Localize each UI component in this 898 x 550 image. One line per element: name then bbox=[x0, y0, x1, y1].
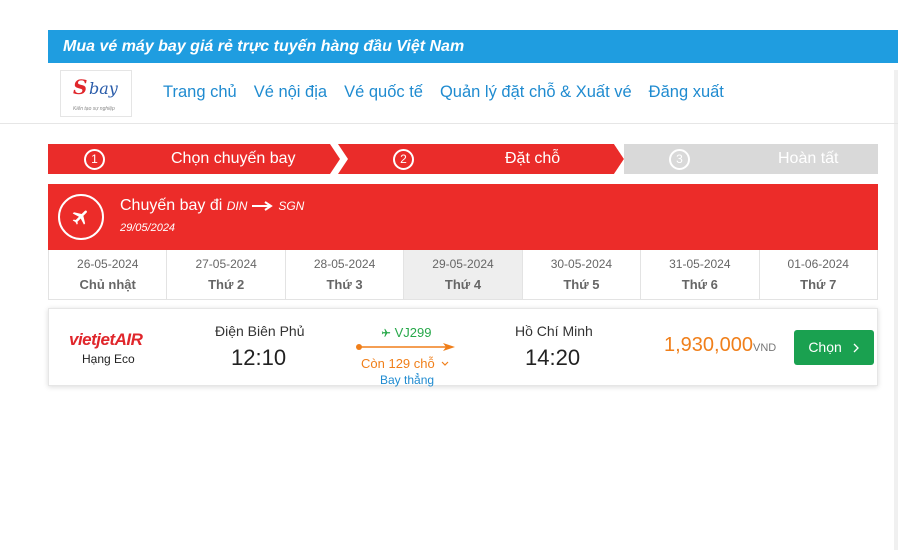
date-option[interactable]: 31-05-2024 Thứ 6 bbox=[641, 250, 760, 299]
date-weekday: Thứ 3 bbox=[326, 277, 363, 292]
date-value: 27-05-2024 bbox=[195, 257, 257, 271]
date-weekday: Thứ 7 bbox=[800, 277, 837, 292]
date-weekday: Thứ 6 bbox=[681, 277, 718, 292]
from-code: DIN bbox=[226, 199, 248, 213]
fare-price: 1,930,000VND bbox=[664, 334, 776, 357]
select-flight-button[interactable]: Chọn bbox=[794, 330, 874, 365]
route-arrow-icon bbox=[251, 200, 273, 211]
date-weekday: Chủ nhật bbox=[79, 277, 136, 292]
date-value: 29-05-2024 bbox=[432, 257, 494, 271]
date-value: 28-05-2024 bbox=[313, 257, 376, 271]
date-option-selected[interactable]: 29-05-2024 Thứ 4 bbox=[404, 250, 523, 299]
price-currency: VND bbox=[752, 342, 777, 354]
step-2-number: 2 bbox=[393, 149, 414, 170]
booking-steps: 1 Chọn chuyến bay 2 Đặt chỗ 3 Hoàn tất bbox=[48, 144, 878, 174]
flight-header-title: Chuyến bay đi DIN SGN bbox=[120, 197, 304, 215]
fare-class: Hạng Eco bbox=[82, 352, 135, 366]
vietjet-logo: vietjetAIR bbox=[69, 330, 143, 349]
chevron-right-icon bbox=[853, 343, 859, 353]
small-plane-icon bbox=[381, 328, 391, 337]
step-3-label: Hoàn tất bbox=[778, 150, 839, 167]
step-divider-chevron-icon bbox=[330, 144, 348, 174]
flight-number-text: VJ299 bbox=[394, 325, 432, 340]
flight-direction-label: Chuyến bay đi bbox=[120, 197, 223, 214]
date-value: 26-05-2024 bbox=[77, 257, 139, 271]
departure-city: Điện Biên Phủ bbox=[215, 323, 305, 339]
date-weekday: Thứ 4 bbox=[444, 277, 482, 292]
date-selector: 26-05-2024 Chủ nhật 27-05-2024 Thứ 2 28-… bbox=[48, 250, 878, 300]
plane-icon bbox=[72, 210, 87, 225]
page: Mua vé máy bay giá rẻ trực tuyến hàng đầ… bbox=[0, 0, 898, 550]
select-flight-label: Chọn bbox=[808, 339, 842, 355]
scroll-edge bbox=[894, 70, 898, 550]
top-banner: Mua vé máy bay giá rẻ trực tuyến hàng đầ… bbox=[48, 30, 898, 63]
outbound-flight-header: Chuyến bay đi DIN SGN 29/05/2024 bbox=[48, 184, 878, 250]
chevron-down-icon bbox=[441, 361, 449, 366]
step-1-label: Chọn chuyến bay bbox=[171, 150, 296, 167]
logo-s: S bbox=[73, 75, 88, 99]
date-weekday: Thứ 2 bbox=[208, 277, 245, 292]
route-line-icon bbox=[356, 343, 455, 351]
price-amount: 1,930,000 bbox=[664, 334, 753, 356]
sbay-logo[interactable]: S bay Kiến tạo sự nghiệp bbox=[60, 70, 132, 117]
plane-icon-circle bbox=[58, 194, 104, 240]
nav-international[interactable]: Vé quốc tế bbox=[344, 83, 423, 102]
logo-tagline: Kiến tạo sự nghiệp bbox=[73, 106, 115, 112]
date-value: 30-05-2024 bbox=[550, 257, 613, 271]
flight-header-date: 29/05/2024 bbox=[120, 222, 176, 234]
arrival-time: 14:20 bbox=[525, 345, 581, 370]
stops-label: Bay thẳng bbox=[380, 373, 435, 387]
date-weekday: Thứ 5 bbox=[563, 277, 600, 292]
flight-number: VJ299 bbox=[381, 325, 432, 340]
date-value: 01-06-2024 bbox=[787, 257, 849, 271]
flight-result-card: vietjetAIR Hạng Eco Điện Biên Phủ 12:10 … bbox=[48, 308, 878, 387]
seats-available[interactable]: Còn 129 chỗ bbox=[361, 356, 449, 371]
date-option[interactable]: 27-05-2024 Thứ 2 bbox=[167, 250, 286, 299]
steps-pending-bar bbox=[624, 144, 878, 174]
nav-logout[interactable]: Đăng xuất bbox=[649, 83, 724, 102]
main-nav: Trang chủ Vé nội địa Vé quốc tế Quản lý … bbox=[163, 83, 724, 102]
nav-domestic[interactable]: Vé nội địa bbox=[254, 83, 327, 102]
header-divider bbox=[0, 123, 898, 124]
date-value: 31-05-2024 bbox=[669, 257, 731, 271]
step-2-label: Đặt chỗ bbox=[505, 150, 561, 167]
site-header: S bay Kiến tạo sự nghiệp Trang chủ Vé nộ… bbox=[48, 63, 898, 123]
date-option[interactable]: 26-05-2024 Chủ nhật bbox=[48, 250, 168, 299]
departure-time: 12:10 bbox=[231, 345, 287, 370]
step-1-number: 1 bbox=[84, 149, 105, 170]
date-option[interactable]: 30-05-2024 Thứ 5 bbox=[523, 250, 642, 299]
to-code: SGN bbox=[278, 199, 305, 213]
nav-home[interactable]: Trang chủ bbox=[163, 83, 237, 102]
seats-text: Còn 129 chỗ bbox=[361, 356, 435, 371]
logo-bay: bay bbox=[89, 79, 118, 98]
step-3-number: 3 bbox=[669, 149, 690, 170]
date-option[interactable]: 28-05-2024 Thứ 3 bbox=[286, 250, 405, 299]
date-option[interactable]: 01-06-2024 Thứ 7 bbox=[760, 250, 878, 299]
nav-manage-booking[interactable]: Quản lý đặt chỗ & Xuất vé bbox=[440, 83, 632, 102]
arrival-city: Hồ Chí Minh bbox=[515, 323, 593, 339]
